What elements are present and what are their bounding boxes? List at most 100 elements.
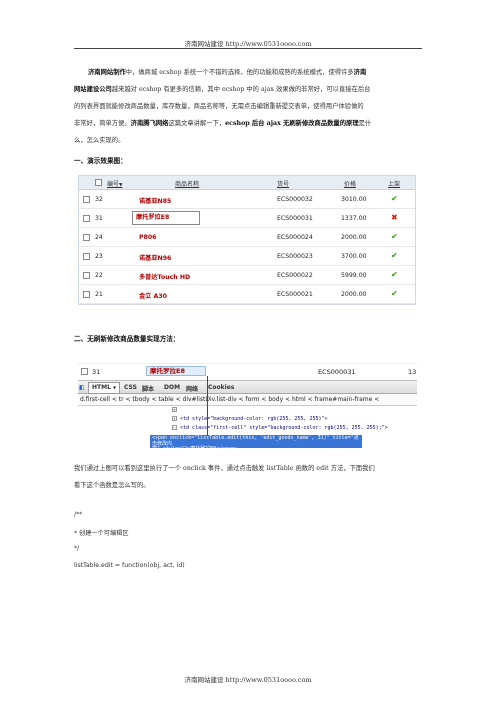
intro-line-1: 济南网站制作中，做商城 ecshop 系统一个不错的选择，他的功能和成熟的系统模… <box>74 64 426 81</box>
section-heading-1: 一、演示效果图： <box>74 157 127 165</box>
cell-sku[interactable]: ECS000023 <box>277 253 313 260</box>
cell-name[interactable]: 金立 A30 <box>139 291 167 300</box>
row-checkbox[interactable] <box>83 234 90 241</box>
table-row: 24 P806 ECS000024 2000.00 ✔ <box>79 228 415 247</box>
tree-node-3-text: <td class="first-cell" style="background… <box>180 425 388 431</box>
table-row: 32 诺基亚N85 ECS000032 3010.00 ✔ <box>79 190 415 209</box>
tab-net[interactable]: 网络 <box>186 384 198 393</box>
select-all-checkbox[interactable] <box>95 179 102 186</box>
inspect-icon[interactable]: ◧ <box>79 384 85 391</box>
table-row: 21 金立 A30 ECS000021 2000.00 ✔ <box>79 285 415 304</box>
row-checkbox[interactable] <box>81 368 88 375</box>
cell-price[interactable]: 1337.00 <box>341 215 367 222</box>
page-footer: 济南网站建设 http://www.0531oooo.com <box>184 676 312 684</box>
tab-cookies[interactable]: Cookies <box>208 384 234 391</box>
intro-line-3: 的列表界面就能修改商品数量，库存数量，商品名称等，无需点击编辑重新提交表单，使得… <box>74 103 364 110</box>
firebug-screenshot: 31 摩托罗拉E8 ECS000031 13 ◧ HTML ▼ CSS 脚本 D… <box>78 363 417 452</box>
row-name-highlighted[interactable]: 摩托罗拉E8 <box>146 366 206 376</box>
tab-script[interactable]: 脚本 <box>142 384 154 393</box>
code-line-4: listTable.edit = function(obj, act, id) <box>74 562 185 569</box>
col-onsale-header[interactable]: 上架 <box>388 179 400 188</box>
table-row: 31 摩托罗拉E8 ECS000031 1337.00 ✖ <box>79 209 415 228</box>
table-row-preview: 31 摩托罗拉E8 ECS000031 13 <box>78 363 417 380</box>
check-icon[interactable]: ✔ <box>391 289 398 298</box>
expand-icon[interactable]: + <box>172 407 177 412</box>
cell-price[interactable]: 3010.00 <box>341 196 367 203</box>
cell-name[interactable]: 诺基亚N85 <box>139 196 171 205</box>
row-checkbox[interactable] <box>83 291 90 298</box>
cell-price[interactable]: 5999.00 <box>341 272 367 279</box>
cell-id: 22 <box>95 272 103 279</box>
annotation-arrow <box>207 376 208 436</box>
cell-sku[interactable]: ECS000032 <box>277 196 313 203</box>
col-sku-header[interactable]: 货号 <box>277 179 289 188</box>
row-checkbox[interactable] <box>83 272 90 279</box>
intro-line-2: 网站建设公司越来越对 ecshop 有更多的信赖，其中 ecshop 中的 aj… <box>74 81 426 98</box>
cell-sku[interactable]: ECS000024 <box>277 234 313 241</box>
intro-text-4c: 是什 <box>358 120 372 127</box>
cell-id: 21 <box>95 291 103 298</box>
cell-name[interactable]: 多普达Touch HD <box>139 272 190 281</box>
intro-keyword-1: 济南网站制作 <box>88 69 126 76</box>
cell-id: 32 <box>95 196 103 203</box>
collapse-icon[interactable]: − <box>172 425 177 430</box>
intro-line-5: 么，怎么实现的。 <box>74 137 125 144</box>
tab-css[interactable]: CSS <box>124 384 137 391</box>
col-id-header[interactable]: 编号▼ <box>107 179 122 188</box>
intro-text-2: 越来越对 ecshop 有更多的信赖，其中 ecshop 中的 ajax 效果做… <box>111 86 371 93</box>
table-body: 32 诺基亚N85 ECS000032 3010.00 ✔ 31 摩托罗拉E8 ECS0000… <box>79 190 415 304</box>
selected-span-node[interactable]: <span onclick="listTable.edit(this, 'edi… <box>150 435 362 452</box>
tab-html[interactable]: HTML ▼ <box>88 382 121 394</box>
check-icon[interactable]: ✔ <box>391 194 398 203</box>
code-line-2: * 创建一个可编辑区 <box>74 530 129 537</box>
col-price-header[interactable]: 价格 <box>344 179 356 188</box>
intro-text-4b: 这篇文章讲解一下， <box>168 120 226 127</box>
check-icon[interactable]: ✔ <box>391 251 398 260</box>
cell-sku[interactable]: ECS000021 <box>277 291 313 298</box>
cell-price[interactable]: 2000.00 <box>341 291 367 298</box>
cell-price[interactable]: 2000.00 <box>341 234 367 241</box>
section-heading-2: 二、无刷新修改商品数量实现方法： <box>74 335 180 343</box>
table-row: 23 诺基亚N96 ECS000023 3700.00 ✔ <box>79 247 415 266</box>
row-checkbox[interactable] <box>83 215 90 222</box>
row-checkbox[interactable] <box>83 196 90 203</box>
cell-sku[interactable]: ECS000031 <box>277 215 313 222</box>
intro-keyword-2: 济南 <box>353 69 367 76</box>
tree-node-3[interactable]: − <td class="first-cell" style="backgrou… <box>172 425 388 431</box>
code-line-1: /** <box>74 511 83 518</box>
cell-price[interactable]: 3700.00 <box>341 253 367 260</box>
cell-name[interactable]: P806 <box>139 234 156 241</box>
row-id: 31 <box>92 368 101 376</box>
intro-text-1: 中，做商城 ecshop 系统一个不错的选择，他的功能和成熟的系统模式，使得许多 <box>125 69 354 76</box>
tab-html-label: HTML <box>92 384 111 391</box>
selected-line-2: 容" style="">摩托罗拉E8</span> <box>152 446 238 452</box>
cell-sku[interactable]: ECS000022 <box>277 272 313 279</box>
code-line-3: */ <box>74 545 80 552</box>
page-header: 济南网站建设 http://www.0531oooo.com <box>184 40 312 48</box>
cell-id: 31 <box>95 215 103 222</box>
row-checkbox[interactable] <box>83 253 90 260</box>
check-icon[interactable]: ✔ <box>391 232 398 241</box>
para2-line-1: 我们通过上图可以看到这里执行了一个 onclick 事件，通过点击触发 list… <box>74 465 375 472</box>
tree-node-1[interactable]: + <box>172 407 177 413</box>
col-name-header[interactable]: 商品名称 <box>175 179 199 188</box>
intro-keyword-3: 网站建设公司 <box>74 86 112 93</box>
tree-node-2-text: <td style="background-color: rgb(255, 25… <box>180 416 328 422</box>
intro-keyword-4: 济南腾飞网络 <box>130 120 169 127</box>
cross-icon[interactable]: ✖ <box>391 213 398 222</box>
tree-node-2[interactable]: + <td style="background-color: rgb(255, … <box>172 416 328 422</box>
goods-list-table: 编号▼ 商品名称 货号 价格 上架 32 诺基亚N85 ECS000032 3010.… <box>78 175 416 305</box>
expand-icon[interactable]: + <box>172 416 177 421</box>
name-edit-input[interactable]: 摩托罗拉E8 <box>132 211 200 225</box>
firebug-toolbar: ◧ HTML ▼ CSS 脚本 DOM 网络 Cookies <box>78 380 417 394</box>
firebug-breadcrumb[interactable]: d.first-cell < tr < tbody < table < div#… <box>78 394 417 406</box>
intro-text-4a: 非常好，简单方便。 <box>74 120 131 127</box>
tab-dom[interactable]: DOM <box>164 384 180 391</box>
check-icon[interactable]: ✔ <box>391 270 398 279</box>
intro-line-4: 非常好，简单方便。济南腾飞网络这篇文章讲解一下，ecshop 后台 ajax 无… <box>74 115 426 132</box>
sort-down-icon: ▼ <box>119 183 123 188</box>
dropdown-arrow-icon: ▼ <box>113 385 117 390</box>
cell-name[interactable]: 诺基亚N96 <box>139 253 171 262</box>
intro-keyword-5: ecshop 后台 ajax 无刷新修改商品数量的原理 <box>225 120 359 127</box>
cell-id: 24 <box>95 234 103 241</box>
